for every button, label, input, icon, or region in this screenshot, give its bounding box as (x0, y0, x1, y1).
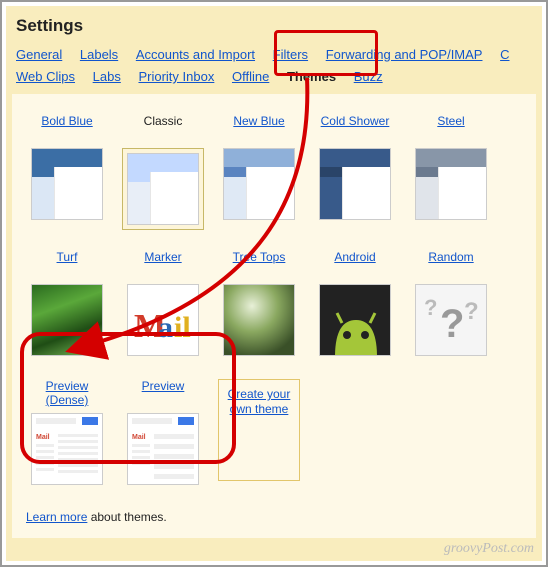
theme-thumb (127, 153, 199, 225)
theme-label: Android (314, 250, 396, 280)
page-title: Settings (16, 16, 532, 36)
theme-label: Marker (122, 250, 204, 280)
theme-cold-shower[interactable]: Cold Shower (314, 114, 396, 230)
theme-thumb: ? ? ? (415, 284, 487, 356)
theme-label: Turf (26, 250, 108, 280)
svg-text:?: ? (424, 295, 437, 320)
theme-new-blue[interactable]: New Blue (218, 114, 300, 230)
tab-general[interactable]: General (16, 44, 62, 66)
theme-label: Steel (410, 114, 492, 144)
theme-label: Cold Shower (314, 114, 396, 144)
header: Settings (6, 6, 542, 44)
theme-preview[interactable]: Preview Mail (122, 379, 204, 488)
tab-labels[interactable]: Labels (80, 44, 118, 66)
theme-thumb (31, 148, 103, 220)
create-theme-box[interactable]: Create your own theme (218, 379, 300, 481)
screenshot-frame: Settings General Labels Accounts and Imp… (0, 0, 548, 567)
svg-text:il: il (174, 311, 191, 344)
watermark: groovyPost.com (444, 541, 534, 557)
tab-accounts[interactable]: Accounts and Import (136, 44, 255, 66)
theme-thumb: Mail (127, 413, 199, 485)
theme-thumb: M a il (127, 284, 199, 356)
settings-panel: Settings General Labels Accounts and Imp… (6, 6, 542, 561)
theme-thumb (31, 284, 103, 356)
theme-android[interactable]: Android (314, 250, 396, 359)
svg-text:a: a (158, 311, 173, 344)
svg-text:?: ? (440, 302, 464, 346)
theme-label: Classic (122, 114, 204, 144)
theme-preview-dense[interactable]: Preview (Dense) Mail (26, 379, 108, 488)
theme-thumb (223, 148, 295, 220)
tab-forwarding[interactable]: Forwarding and POP/IMAP (326, 44, 483, 66)
create-theme-link[interactable]: Create your own theme (228, 387, 291, 416)
theme-label: Tree Tops (218, 250, 300, 280)
footer-text: Learn more about themes. (26, 510, 522, 524)
theme-label: Random (410, 250, 492, 280)
theme-random[interactable]: Random ? ? ? (410, 250, 492, 359)
theme-marker[interactable]: Marker M a il (122, 250, 204, 359)
theme-steel[interactable]: Steel (410, 114, 492, 230)
learn-more-link[interactable]: Learn more (26, 510, 87, 524)
tab-themes[interactable]: Themes (287, 66, 336, 88)
theme-bold-blue[interactable]: Bold Blue (26, 114, 108, 230)
tab-filters[interactable]: Filters (273, 44, 308, 66)
theme-thumb (319, 148, 391, 220)
svg-text:?: ? (464, 298, 479, 325)
theme-thumb (319, 284, 391, 356)
themes-content: Bold Blue Classic (12, 94, 536, 538)
tab-priority-inbox[interactable]: Priority Inbox (138, 66, 214, 88)
footer-rest: about themes. (87, 510, 166, 524)
theme-label: New Blue (218, 114, 300, 144)
tab-webclips[interactable]: Web Clips (16, 66, 75, 88)
tab-chat-partial[interactable]: C (500, 44, 509, 66)
theme-classic[interactable]: Classic (122, 114, 204, 230)
tab-buzz[interactable]: Buzz (354, 66, 383, 88)
tab-labs[interactable]: Labs (93, 66, 121, 88)
theme-label: Bold Blue (26, 114, 108, 144)
tab-offline[interactable]: Offline (232, 66, 269, 88)
theme-thumb: Mail (31, 413, 103, 485)
theme-tree-tops[interactable]: Tree Tops (218, 250, 300, 359)
theme-grid: Bold Blue Classic (26, 114, 522, 488)
theme-turf[interactable]: Turf (26, 250, 108, 359)
theme-label: Preview (Dense) (26, 379, 108, 409)
theme-label: Preview (122, 379, 204, 409)
theme-thumb (415, 148, 487, 220)
theme-thumb (223, 284, 295, 356)
settings-tabs: General Labels Accounts and Import Filte… (6, 44, 542, 94)
